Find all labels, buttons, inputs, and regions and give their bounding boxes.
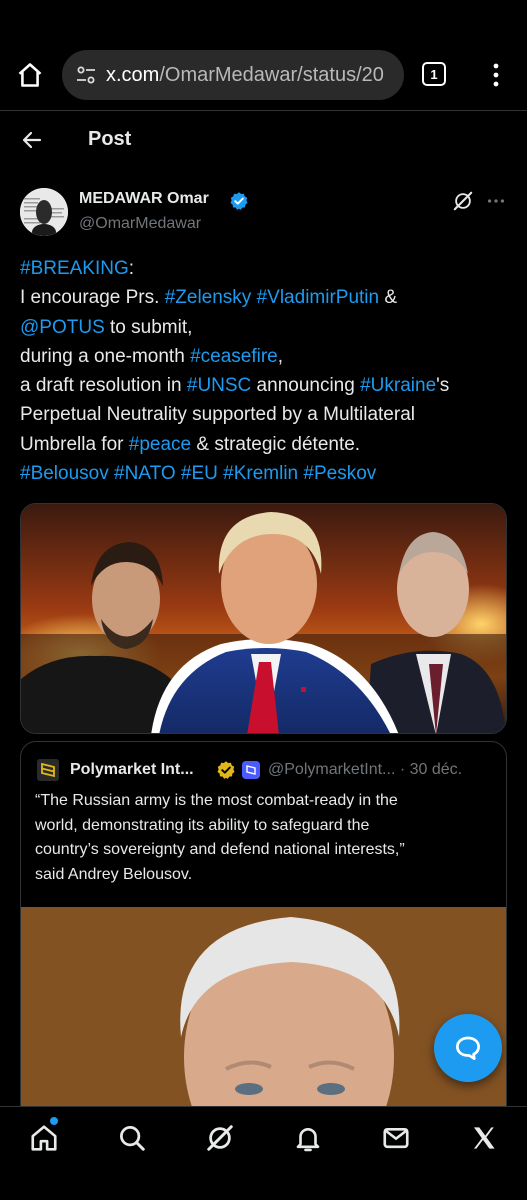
quote-line: said Andrey Belousov. xyxy=(35,865,193,883)
address-bar[interactable]: x.com/OmarMedawar/status/20 xyxy=(62,50,404,100)
hashtag-link[interactable]: #BREAKING xyxy=(20,258,129,279)
quoted-post[interactable]: Polymarket Int... @PolymarketInt... · 30… xyxy=(20,741,507,1121)
tweet-text-segment: during a one-month xyxy=(20,345,191,367)
home-icon[interactable] xyxy=(29,1123,59,1153)
tweet-text-segment: : xyxy=(128,258,135,279)
affiliate-badge-icon xyxy=(242,761,260,779)
hashtag-link[interactable]: #Zelensky xyxy=(165,287,252,308)
home-icon[interactable] xyxy=(16,61,44,89)
quote-handle-date: @PolymarketInt... · 30 déc. xyxy=(268,761,463,778)
grok-icon[interactable] xyxy=(452,190,474,212)
notification-dot xyxy=(50,1117,58,1125)
mention-link[interactable]: @POTUS xyxy=(20,317,105,338)
tweet-line: @POTUS to submit, xyxy=(20,313,515,342)
tweet-text-segment: 's xyxy=(436,375,450,397)
hashtag-link[interactable]: #Peskov xyxy=(303,463,376,484)
hashtag-link[interactable]: #Ukraine xyxy=(360,375,436,396)
tweet-text-segment: , xyxy=(277,345,284,367)
hashtag-link[interactable]: #ceasefire xyxy=(190,346,278,367)
tweet-text: #BREAKING: I encourage Prs. #Zelensky #Vl… xyxy=(20,254,515,488)
quote-line: “The Russian army is the most combat-rea… xyxy=(35,792,398,809)
tune-icon[interactable] xyxy=(74,63,98,87)
url-path: /OmarMedawar/status/20 xyxy=(159,63,384,86)
menu-icon[interactable] xyxy=(484,62,508,88)
search-icon[interactable] xyxy=(117,1123,147,1153)
hashtag-link[interactable]: #UNSC xyxy=(187,375,251,396)
tweet-line: #BREAKING: xyxy=(20,254,515,283)
tweet-text-segment: announcing xyxy=(251,375,361,397)
quote-line: world, demonstrating its ability to safe… xyxy=(35,816,370,834)
compose-reply-icon xyxy=(456,1036,480,1060)
tweet-line: I encourage Prs. #Zelensky #VladimirPuti… xyxy=(20,283,515,312)
media-illustration xyxy=(21,504,506,733)
tweet-text-segment: & xyxy=(379,287,398,309)
tweet-text-segment: Umbrella for xyxy=(20,433,129,455)
bottom-navigation xyxy=(0,1106,527,1170)
more-options-icon[interactable] xyxy=(485,190,507,212)
tweet-text-segment: I encourage Prs. xyxy=(20,287,165,309)
hashtag-link[interactable]: #peace xyxy=(129,434,191,455)
notifications-icon[interactable] xyxy=(293,1123,323,1153)
quote-media-image[interactable] xyxy=(21,907,506,1120)
tweet-line: a draft resolution in #UNSC announcing #… xyxy=(20,371,515,400)
hashtag-link[interactable]: #Kremlin xyxy=(223,463,298,484)
avatar-image xyxy=(20,188,68,236)
hashtag-link[interactable]: #NATO xyxy=(114,463,176,484)
avatar[interactable] xyxy=(20,188,68,236)
compose-reply-button[interactable] xyxy=(434,1014,502,1082)
verified-badge-icon xyxy=(230,192,248,210)
url-text: x.com/OmarMedawar/status/20 xyxy=(106,64,384,87)
tweet-text-segment: a draft resolution in xyxy=(20,375,187,397)
hashtag-link[interactable]: #EU xyxy=(181,463,218,484)
browser-toolbar: x.com/OmarMedawar/status/20 1 xyxy=(0,40,527,110)
back-arrow-icon[interactable] xyxy=(20,128,44,152)
quote-avatar[interactable] xyxy=(37,759,59,781)
tweet-text-segment: & strategic détente. xyxy=(191,433,361,455)
quote-line: country’s sovereignty and defend nationa… xyxy=(35,841,405,858)
tweet-text-segment: Perpetual Neutrality supported by a Mult… xyxy=(20,404,415,426)
messages-icon[interactable] xyxy=(381,1123,411,1153)
author-handle[interactable]: @OmarMedawar xyxy=(79,215,201,233)
page-title: Post xyxy=(88,128,132,150)
hashtag-link[interactable]: #Belousov xyxy=(20,463,109,484)
x-logo-icon[interactable] xyxy=(469,1123,499,1153)
tab-count: 1 xyxy=(430,66,438,82)
tweet-text-segment: to submit, xyxy=(104,316,193,338)
url-host: x.com xyxy=(106,63,160,86)
tweet-line: #Belousov #NATO #EU #Kremlin #Peskov xyxy=(20,459,515,488)
tabs-icon[interactable]: 1 xyxy=(422,62,446,86)
quote-author-name[interactable]: Polymarket Int... xyxy=(70,761,194,779)
quote-media-illustration xyxy=(21,907,506,1120)
polymarket-logo-icon xyxy=(37,759,59,781)
grok-icon[interactable] xyxy=(205,1123,235,1153)
hashtag-link[interactable]: #VladimirPutin xyxy=(257,287,380,308)
author-name[interactable]: MEDAWAR Omar xyxy=(79,190,209,208)
quote-text: “The Russian army is the most combat-rea… xyxy=(35,789,495,887)
post-header: Post xyxy=(0,111,527,169)
gold-verified-badge-icon xyxy=(217,761,235,779)
tweet-line: Umbrella for #peace & strategic détente. xyxy=(20,430,515,459)
tweet-media-image[interactable] xyxy=(20,503,507,734)
tweet-line: Perpetual Neutrality supported by a Mult… xyxy=(20,400,515,429)
tweet-line: during a one-month #ceasefire, xyxy=(20,342,515,371)
